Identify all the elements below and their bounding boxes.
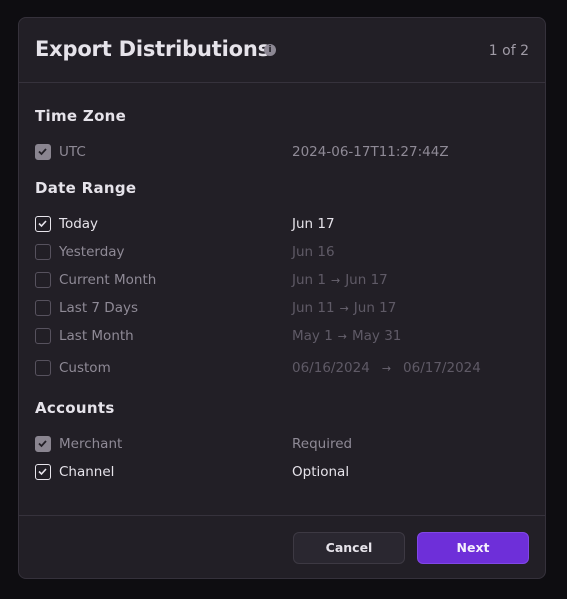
last-7-days-label: Last 7 Days [59, 300, 138, 316]
date-range-heading: Date Range [35, 179, 137, 197]
next-button[interactable]: Next [417, 532, 529, 564]
custom-end-date[interactable]: 06/17/2024 [403, 360, 481, 376]
dialog-title: Export Distributions [35, 37, 270, 61]
yesterday-range: Jun 16 [292, 244, 335, 260]
channel-checkbox[interactable] [35, 464, 51, 480]
export-distributions-dialog: Export Distributions i 1 of 2 Time Zone … [18, 17, 546, 579]
date-range-option-custom[interactable]: Custom 06/16/2024 → 06/17/2024 [35, 358, 531, 378]
step-indicator: 1 of 2 [488, 43, 529, 59]
arrow-right-icon: → [339, 302, 349, 315]
channel-requirement: Optional [292, 464, 350, 480]
arrow-right-icon: → [381, 362, 392, 375]
cancel-button[interactable]: Cancel [293, 532, 405, 564]
date-range-option-last-month[interactable]: Last Month May 1 → May 31 [35, 326, 531, 346]
current-month-label: Current Month [59, 272, 157, 288]
arrow-right-icon: → [330, 274, 341, 287]
last-month-checkbox[interactable] [35, 328, 51, 344]
utc-label: UTC [59, 144, 86, 160]
date-range-option-today[interactable]: Today Jun 17 [35, 214, 531, 234]
yesterday-label: Yesterday [59, 244, 125, 260]
info-icon[interactable]: i [264, 44, 276, 56]
custom-range: 06/16/2024 → 06/17/2024 [292, 360, 481, 376]
time-zone-option-utc: UTC 2024-06-17T11:27:44Z [35, 142, 531, 162]
today-range: Jun 17 [292, 216, 335, 232]
dialog-footer: Cancel Next [19, 515, 545, 578]
last-7-days-checkbox[interactable] [35, 300, 51, 316]
yesterday-checkbox[interactable] [35, 244, 51, 260]
custom-checkbox[interactable] [35, 360, 51, 376]
current-month-range: Jun 1 → Jun 17 [292, 272, 388, 288]
merchant-checkbox [35, 436, 51, 452]
last-month-label: Last Month [59, 328, 134, 344]
utc-checkbox [35, 144, 51, 160]
merchant-label: Merchant [59, 436, 123, 452]
account-option-merchant: Merchant Required [35, 434, 531, 454]
dialog-header: Export Distributions i 1 of 2 [19, 18, 545, 83]
channel-label: Channel [59, 464, 115, 480]
date-range-option-yesterday[interactable]: Yesterday Jun 16 [35, 242, 531, 262]
account-option-channel[interactable]: Channel Optional [35, 462, 531, 482]
last-7-days-range: Jun 11 → Jun 17 [292, 300, 397, 316]
time-zone-heading: Time Zone [35, 107, 127, 125]
date-range-option-current-month[interactable]: Current Month Jun 1 → Jun 17 [35, 270, 531, 290]
today-checkbox[interactable] [35, 216, 51, 232]
date-range-option-last-7-days[interactable]: Last 7 Days Jun 11 → Jun 17 [35, 298, 531, 318]
arrow-right-icon: → [337, 330, 348, 343]
utc-timestamp: 2024-06-17T11:27:44Z [292, 144, 449, 160]
current-month-checkbox[interactable] [35, 272, 51, 288]
merchant-requirement: Required [292, 436, 353, 452]
custom-start-date[interactable]: 06/16/2024 [292, 360, 370, 376]
today-label: Today [59, 216, 99, 232]
last-month-range: May 1 → May 31 [292, 328, 402, 344]
custom-label: Custom [59, 360, 111, 376]
accounts-heading: Accounts [35, 399, 115, 417]
